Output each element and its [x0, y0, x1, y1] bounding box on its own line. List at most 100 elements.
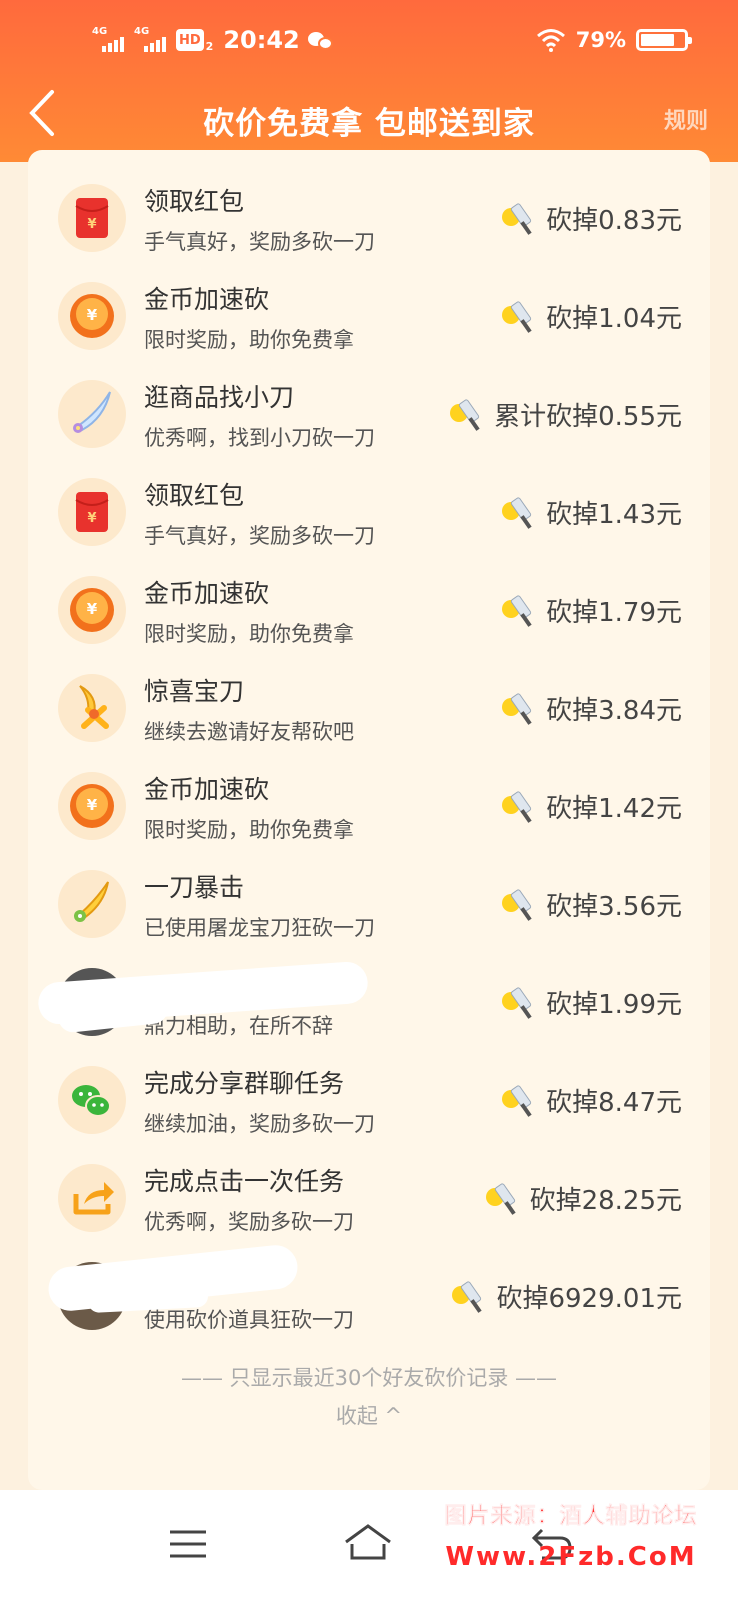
gold-coin-icon: ¥: [58, 772, 126, 840]
app-header: 4G 4G HD 2 20:42 79% 砍价免费拿 包邮送到家 规则: [0, 0, 738, 162]
red-envelope-icon: ¥: [58, 478, 126, 546]
cleaver-icon: [502, 594, 532, 627]
record-amount: 砍掉1.43元: [500, 494, 682, 531]
cleaver-icon: [452, 1280, 483, 1313]
list-item: ¥ 领取红包 手气真好，奖励多砍一刀 砍掉0.83元: [28, 170, 710, 270]
list-item: 使用砍价道具狂砍一刀 砍掉6929.01元: [28, 1243, 710, 1348]
record-amount-text: 砍掉28.25元: [529, 1186, 682, 1216]
record-amount: 砍掉1.99元: [500, 984, 682, 1021]
surprise-blade-icon: [58, 674, 126, 742]
menu-icon[interactable]: [158, 1514, 218, 1574]
record-amount-text: 砍掉3.84元: [546, 696, 682, 726]
list-item: 鼎力相助，在所不辞 砍掉1.99元: [28, 954, 710, 1054]
wechat-icon: [58, 1066, 126, 1134]
list-item: 一刀暴击 已使用屠龙宝刀狂砍一刀 砍掉3.56元: [28, 856, 710, 956]
source-watermark: 图片来源：酒人辅助论坛 Www.2Fzb.CoM: [426, 1498, 716, 1572]
network-type-label: 4G: [134, 26, 150, 37]
wifi-icon: [536, 29, 565, 52]
record-amount-text: 砍掉3.56元: [546, 892, 682, 922]
record-subtitle: 手气真好，奖励多砍一刀: [144, 230, 375, 254]
record-amount: 砍掉3.84元: [500, 690, 682, 727]
record-amount-text: 砍掉1.43元: [546, 500, 682, 530]
record-subtitle: 继续加油，奖励多砍一刀: [144, 1112, 375, 1136]
gold-coin-icon: ¥: [58, 576, 126, 644]
cleaver-icon: [450, 398, 480, 431]
red-envelope-icon: ¥: [58, 184, 126, 252]
record-amount: 砍掉28.25元: [484, 1180, 682, 1217]
record-title: 领取红包: [144, 481, 245, 510]
hd-voice-badge: HD: [176, 29, 204, 51]
record-amount: 砍掉1.04元: [500, 298, 682, 335]
dragon-blade-icon: [58, 870, 126, 938]
record-title: 领取红包: [144, 187, 245, 216]
record-amount-text: 砍掉1.79元: [546, 598, 682, 628]
rules-link[interactable]: 规则: [664, 103, 708, 135]
cleaver-icon: [485, 1182, 516, 1215]
record-title: 完成分享群聊任务: [144, 1069, 345, 1098]
record-amount: 砍掉0.83元: [500, 200, 682, 237]
record-subtitle: 优秀啊，找到小刀砍一刀: [144, 426, 375, 450]
list-item: ¥ 金币加速砍 限时奖励，助你免费拿 砍掉1.04元: [28, 268, 710, 368]
list-item: ¥ 金币加速砍 限时奖励，助你免费拿 砍掉1.79元: [28, 562, 710, 662]
record-subtitle: 限时奖励，助你免费拿: [144, 818, 354, 842]
clock: 20:42: [223, 26, 300, 54]
record-subtitle: 优秀啊，奖励多砍一刀: [144, 1210, 354, 1234]
svg-text:¥: ¥: [87, 796, 98, 814]
record-amount-text: 砍掉0.83元: [546, 206, 682, 236]
battery-icon: [636, 29, 692, 51]
record-title: 一刀暴击: [144, 873, 245, 902]
cleaver-icon: [502, 888, 532, 921]
watermark-line2: Www.2Fzb.CoM: [445, 1542, 697, 1572]
record-title: 金币加速砍: [144, 579, 270, 608]
record-title: 完成点击一次任务: [144, 1167, 345, 1196]
page-title: 砍价免费拿 包邮送到家: [203, 106, 535, 142]
record-amount-text: 砍掉6929.01元: [496, 1284, 682, 1314]
record-title: 逛商品找小刀: [144, 383, 295, 412]
watermark-line1: 图片来源：酒人辅助论坛: [444, 1504, 698, 1530]
cleaver-icon: [502, 1084, 532, 1117]
network-type-label: 4G: [92, 26, 108, 37]
record-subtitle: 手气真好，奖励多砍一刀: [144, 524, 375, 548]
home-icon[interactable]: [338, 1514, 398, 1574]
wechat-notification-icon: [307, 30, 334, 50]
share-arrow-icon: [58, 1164, 126, 1232]
cleaver-icon: [502, 986, 532, 1019]
record-title: 金币加速砍: [144, 285, 270, 314]
record-subtitle: 限时奖励，助你免费拿: [144, 328, 354, 352]
collapse-button[interactable]: 收起 ^: [28, 1400, 710, 1430]
svg-text:¥: ¥: [87, 306, 98, 324]
cleaver-icon: [502, 496, 532, 529]
record-amount: 砍掉6929.01元: [450, 1278, 682, 1315]
record-amount: 累计砍掉0.55元: [448, 396, 682, 433]
small-knife-icon: [58, 380, 126, 448]
list-item: 完成分享群聊任务 继续加油，奖励多砍一刀 砍掉8.47元: [28, 1052, 710, 1152]
cleaver-icon: [502, 692, 532, 725]
cleaver-icon: [502, 202, 532, 235]
recent-records-note: —— 只显示最近30个好友砍价记录 ——: [180, 1366, 558, 1390]
svg-text:¥: ¥: [87, 217, 96, 232]
list-item: ¥ 领取红包 手气真好，奖励多砍一刀 砍掉1.43元: [28, 464, 710, 564]
status-bar: 4G 4G HD 2 20:42 79%: [0, 22, 738, 62]
record-subtitle: 已使用屠龙宝刀狂砍一刀: [144, 916, 375, 940]
record-amount-text: 砍掉1.42元: [546, 794, 682, 824]
record-amount-text: 砍掉1.99元: [546, 990, 682, 1020]
record-amount: 砍掉3.56元: [500, 886, 682, 923]
hd-voice-index: 2: [205, 39, 214, 53]
svg-text:¥: ¥: [87, 511, 96, 526]
record-amount: 砍掉8.47元: [500, 1082, 682, 1119]
record-subtitle: 限时奖励，助你免费拿: [144, 622, 354, 646]
signal-icon-sim2: 4G: [134, 26, 168, 52]
record-amount-text: 累计砍掉0.55元: [494, 402, 682, 432]
list-item: 完成点击一次任务 优秀啊，奖励多砍一刀 砍掉28.25元: [28, 1150, 710, 1250]
gold-coin-icon: ¥: [58, 282, 126, 350]
record-subtitle: 继续去邀请好友帮砍吧: [144, 720, 354, 744]
record-amount: 砍掉1.42元: [500, 788, 682, 825]
record-amount-text: 砍掉1.04元: [546, 304, 682, 334]
record-title: 惊喜宝刀: [144, 677, 245, 706]
record-amount: 砍掉1.79元: [500, 592, 682, 629]
cleaver-icon: [502, 790, 532, 823]
battery-percent: 79%: [575, 28, 626, 52]
bargain-record-list: ¥ 领取红包 手气真好，奖励多砍一刀 砍掉0.83元 ¥ 金币加速砍 限时奖励，…: [28, 150, 710, 1490]
cleaver-icon: [502, 300, 532, 333]
record-amount-text: 砍掉8.47元: [546, 1088, 682, 1118]
